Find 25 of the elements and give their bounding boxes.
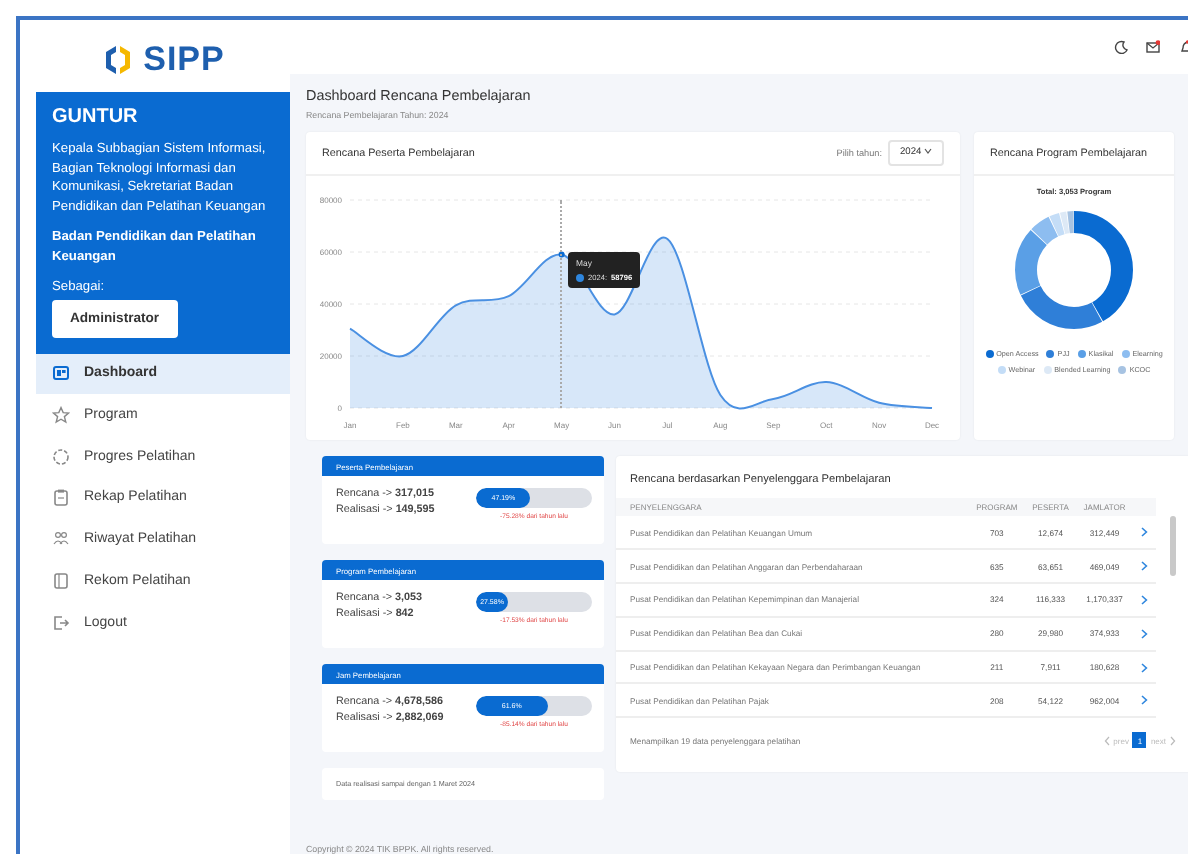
caret-icon[interactable] [924,148,932,154]
logo-icon [101,44,134,76]
user-name: GUNTUR [52,106,140,128]
dashboard-icon [52,364,70,383]
book-icon [52,571,70,590]
moon-icon[interactable] [1114,40,1128,54]
people-icon [52,530,70,549]
chevron-right-icon[interactable] [1137,526,1150,539]
logo-text: SIPP [143,40,225,80]
legend-dot [576,274,584,282]
bell-icon[interactable] [1178,40,1188,54]
chevron-right-icon [1170,735,1176,745]
chevron-right-icon[interactable] [1137,560,1150,573]
data-point[interactable] [558,251,565,258]
donut-chart-drawing [1015,211,1133,329]
progress-circle-icon [52,447,70,466]
logout-icon [52,613,70,632]
clipboard-icon [52,488,70,507]
chevron-right-icon[interactable] [1137,694,1150,707]
chevron-right-icon[interactable] [1137,661,1150,674]
chevron-right-icon[interactable] [1137,627,1150,640]
star-icon [52,406,70,425]
chevron-left-icon [1103,735,1110,745]
mail-icon[interactable] [1146,40,1160,54]
chevron-right-icon[interactable] [1137,593,1150,606]
